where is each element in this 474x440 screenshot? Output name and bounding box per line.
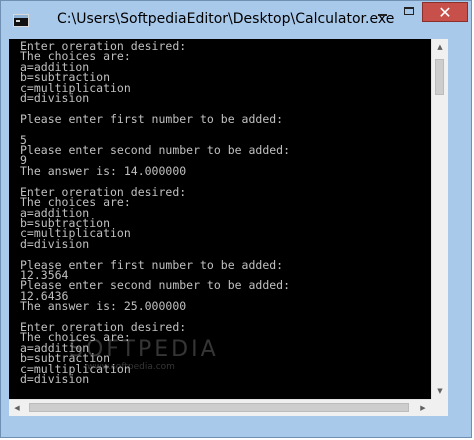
- window-title: C:\Users\SoftpediaEditor\Desktop\Calcula…: [57, 11, 395, 27]
- console-window: C:\Users\SoftpediaEditor\Desktop\Calcula…: [0, 0, 472, 438]
- scroll-up-arrow-icon[interactable]: ▲: [432, 39, 448, 55]
- scroll-left-arrow-icon[interactable]: ◀: [9, 400, 25, 416]
- scroll-right-arrow-icon[interactable]: ▶: [415, 400, 431, 416]
- console-output-area[interactable]: Enter oreration desired: The choices are…: [9, 39, 431, 399]
- title-bar[interactable]: C:\Users\SoftpediaEditor\Desktop\Calcula…: [1, 1, 471, 39]
- vertical-scrollbar[interactable]: ▲ ▼: [431, 39, 448, 399]
- console-output-text: Enter oreration desired: The choices are…: [20, 39, 291, 386]
- vertical-scroll-thumb[interactable]: [435, 59, 444, 95]
- maximize-button[interactable]: [396, 2, 422, 22]
- close-icon: ✕: [438, 3, 452, 22]
- softpedia-watermark: SOFTPEDIA: [69, 337, 219, 362]
- softpedia-watermark-url: www.softpedia.com: [87, 362, 175, 372]
- horizontal-scrollbar[interactable]: ◀ ▶: [9, 399, 431, 416]
- maximize-icon: [404, 7, 414, 15]
- horizontal-scroll-thumb[interactable]: [29, 403, 409, 412]
- scroll-down-arrow-icon[interactable]: ▼: [432, 383, 448, 399]
- minimize-icon: [378, 14, 387, 16]
- console-app-icon[interactable]: [13, 14, 29, 27]
- minimize-button[interactable]: [369, 2, 396, 22]
- scrollbar-corner: [431, 399, 448, 416]
- close-button[interactable]: ✕: [422, 2, 468, 22]
